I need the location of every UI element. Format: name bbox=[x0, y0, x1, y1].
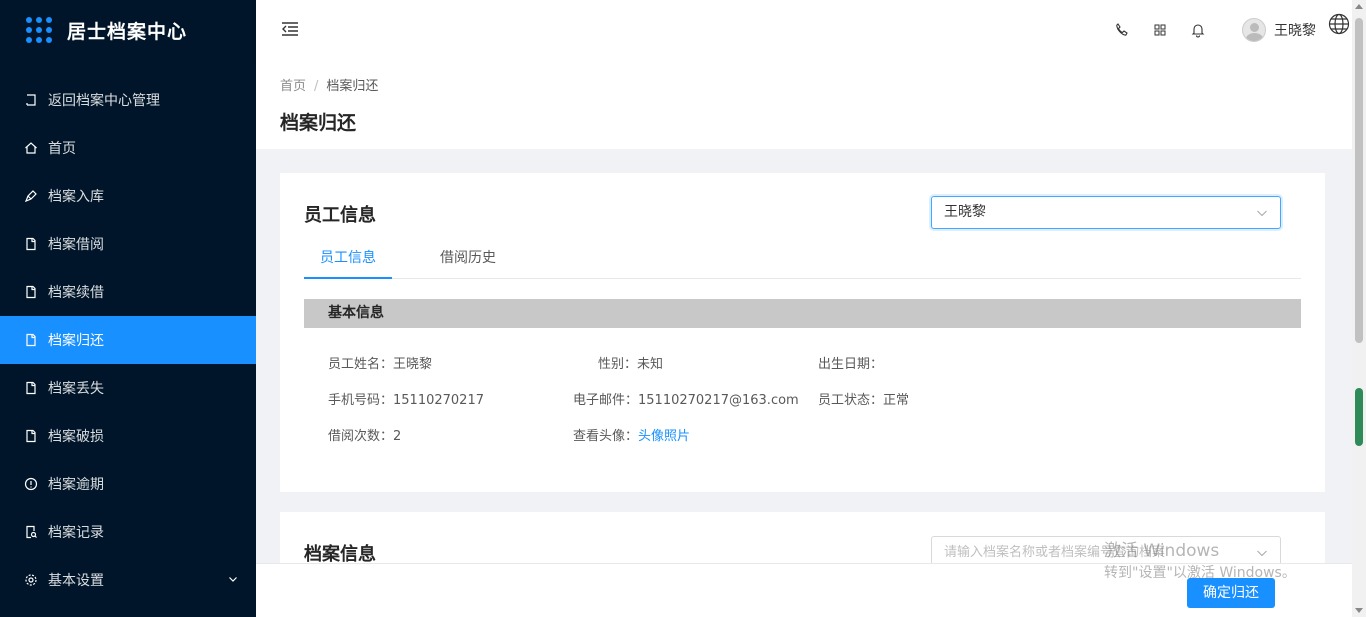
email-field: 电子邮件：15110270217@163.com bbox=[573, 389, 799, 408]
field-label: 查看头像： bbox=[573, 429, 639, 444]
header-actions: 王晓黎 bbox=[1114, 0, 1352, 60]
breadcrumb-separator: / bbox=[314, 79, 319, 94]
return-icon bbox=[24, 93, 38, 107]
scroll-up-arrow[interactable] bbox=[1355, 4, 1363, 9]
file-icon bbox=[24, 429, 38, 443]
chevron-down-icon bbox=[1257, 210, 1267, 217]
field-label: 员工状态： bbox=[818, 393, 884, 408]
phone-icon[interactable] bbox=[1114, 22, 1130, 38]
employee-card-title: 员工信息 bbox=[304, 205, 376, 226]
scroll-down-arrow[interactable] bbox=[1355, 608, 1363, 613]
sidebar-item-return[interactable]: 返回档案中心管理 bbox=[0, 76, 256, 124]
sidebar-item-borrow[interactable]: 档案借阅 bbox=[0, 220, 256, 268]
breadcrumb-home[interactable]: 首页 bbox=[280, 79, 306, 94]
field-value: 15110270217 bbox=[393, 393, 484, 408]
sidebar-menu: 返回档案中心管理 首页 档案入库 档案借阅 档案续借 档案归还 档案丢失 档案破… bbox=[0, 76, 256, 604]
field-value: 未知 bbox=[637, 357, 664, 372]
field-label: 性别： bbox=[598, 357, 638, 372]
home-icon bbox=[24, 141, 38, 155]
birth-date-field: 出生日期： bbox=[818, 353, 883, 372]
employee-tabs: 员工信息 借阅历史 bbox=[304, 239, 1301, 279]
page-header: 首页 / 档案归还 档案归还 bbox=[256, 60, 1352, 149]
breadcrumb: 首页 / 档案归还 bbox=[280, 75, 1328, 94]
pen-icon bbox=[24, 189, 38, 203]
scroll-thumb[interactable] bbox=[1355, 18, 1363, 343]
basic-info-section-title: 基本信息 bbox=[304, 299, 1301, 328]
logo[interactable]: 居士档案中心 bbox=[0, 0, 256, 60]
sidebar-item-label: 档案续借 bbox=[48, 285, 104, 301]
field-label: 员工姓名： bbox=[328, 357, 394, 372]
file-icon bbox=[24, 237, 38, 251]
windows-activation-watermark: 激活 Windows 转到"设置"以激活 Windows。 bbox=[1104, 540, 1296, 584]
field-label: 电子邮件： bbox=[573, 393, 639, 408]
info-row: 手机号码：15110270217 电子邮件：15110270217@163.co… bbox=[328, 389, 1228, 425]
field-label: 出生日期： bbox=[818, 357, 884, 372]
phone-field: 手机号码：15110270217 bbox=[328, 389, 484, 408]
menu-fold-icon[interactable] bbox=[280, 19, 300, 39]
employee-select-value: 王晓黎 bbox=[944, 204, 986, 220]
employee-select[interactable]: 王晓黎 bbox=[931, 196, 1281, 229]
globe-icon[interactable] bbox=[1328, 13, 1350, 35]
sidebar-item-damaged[interactable]: 档案破损 bbox=[0, 412, 256, 460]
field-value: 王晓黎 bbox=[393, 357, 433, 372]
page-scrollbar[interactable] bbox=[1352, 0, 1366, 617]
sidebar-item-settings[interactable]: 基本设置 bbox=[0, 556, 256, 604]
sidebar-item-label: 档案归还 bbox=[48, 333, 104, 349]
avatar-photo-link[interactable]: 头像照片 bbox=[638, 429, 690, 444]
tab-borrow-history[interactable]: 借阅历史 bbox=[424, 239, 512, 279]
bell-icon[interactable] bbox=[1190, 22, 1206, 38]
info-row: 员工姓名：王晓黎 性别：未知 出生日期： bbox=[328, 353, 1228, 389]
sidebar-item-lost[interactable]: 档案丢失 bbox=[0, 364, 256, 412]
avatar[interactable] bbox=[1242, 18, 1266, 42]
apps-icon[interactable] bbox=[1152, 22, 1168, 38]
watermark-line1: 激活 Windows bbox=[1104, 541, 1220, 561]
breadcrumb-current: 档案归还 bbox=[326, 79, 379, 94]
username[interactable]: 王晓黎 bbox=[1274, 20, 1316, 40]
sidebar-item-label: 首页 bbox=[48, 141, 76, 157]
sidebar-item-label: 返回档案中心管理 bbox=[48, 93, 160, 109]
field-value: 正常 bbox=[883, 393, 910, 408]
sidebar-item-label: 档案丢失 bbox=[48, 381, 104, 397]
sidebar: 居士档案中心 返回档案中心管理 首页 档案入库 档案借阅 档案续借 档案归还 档… bbox=[0, 0, 256, 617]
borrow-count-field: 借阅次数：2 bbox=[328, 425, 401, 444]
field-value: 2 bbox=[393, 429, 402, 444]
sidebar-item-overdue[interactable]: 档案逾期 bbox=[0, 460, 256, 508]
scroll-marker bbox=[1355, 388, 1363, 446]
watermark-line2: 转到"设置"以激活 Windows。 bbox=[1104, 565, 1296, 581]
sidebar-item-records[interactable]: 档案记录 bbox=[0, 508, 256, 556]
field-label: 借阅次数： bbox=[328, 429, 394, 444]
sidebar-item-label: 档案入库 bbox=[48, 189, 104, 205]
sidebar-item-renew[interactable]: 档案续借 bbox=[0, 268, 256, 316]
employee-card: 员工信息 王晓黎 员工信息 借阅历史 基本信息 员工姓名：王晓黎 性别：未知 出… bbox=[280, 173, 1325, 492]
field-value: 15110270217@163.com bbox=[638, 393, 799, 408]
sidebar-item-label: 档案借阅 bbox=[48, 237, 104, 253]
file-icon bbox=[24, 285, 38, 299]
gender-field: 性别：未知 bbox=[598, 353, 663, 372]
gear-icon bbox=[24, 573, 38, 587]
sidebar-item-label: 档案记录 bbox=[48, 525, 104, 541]
field-label: 手机号码： bbox=[328, 393, 394, 408]
tab-employee-info[interactable]: 员工信息 bbox=[304, 239, 392, 279]
page-title: 档案归还 bbox=[280, 112, 357, 134]
file-icon bbox=[24, 333, 38, 347]
sidebar-item-label: 档案逾期 bbox=[48, 477, 104, 493]
employee-name-field: 员工姓名：王晓黎 bbox=[328, 353, 432, 372]
sidebar-item-home[interactable]: 首页 bbox=[0, 124, 256, 172]
app-title: 居士档案中心 bbox=[67, 20, 188, 43]
exclamation-circle-icon bbox=[24, 477, 38, 491]
sidebar-item-label: 档案破损 bbox=[48, 429, 104, 445]
chevron-down-icon bbox=[229, 577, 237, 582]
sidebar-item-label: 基本设置 bbox=[48, 573, 104, 589]
file-icon bbox=[24, 381, 38, 395]
top-header: 王晓黎 bbox=[256, 0, 1352, 60]
file-search-icon bbox=[24, 525, 38, 539]
grid-logo-icon bbox=[26, 17, 52, 43]
sidebar-item-return-archive[interactable]: 档案归还 bbox=[0, 316, 256, 364]
sidebar-item-archive-in[interactable]: 档案入库 bbox=[0, 172, 256, 220]
employee-info-grid: 员工姓名：王晓黎 性别：未知 出生日期： 手机号码：15110270217 电子… bbox=[328, 353, 1228, 461]
avatar-field: 查看头像：头像照片 bbox=[573, 425, 690, 444]
status-field: 员工状态：正常 bbox=[818, 389, 909, 408]
info-row: 借阅次数：2 查看头像：头像照片 bbox=[328, 425, 1228, 461]
